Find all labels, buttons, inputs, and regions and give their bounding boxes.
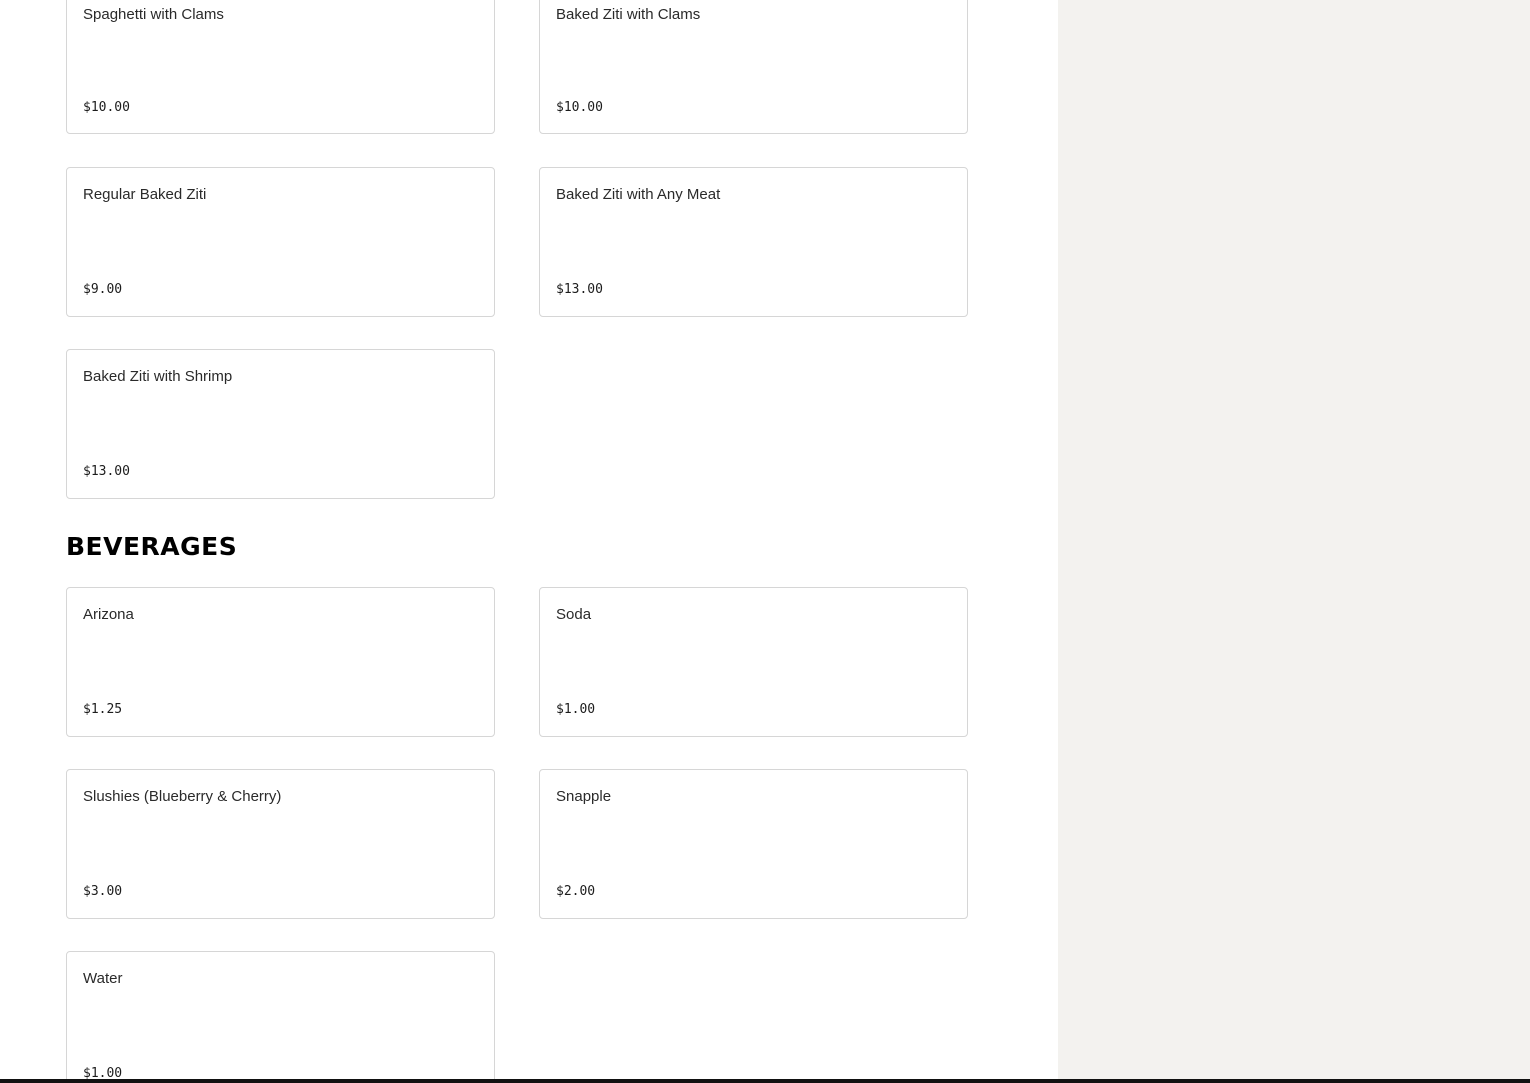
menu-item-card[interactable]: Arizona $1.25: [66, 587, 495, 737]
menu-item-card[interactable]: Slushies (Blueberry & Cherry) $3.00: [66, 769, 495, 919]
menu-item-name: Arizona: [83, 606, 134, 623]
menu-item-name: Spaghetti with Clams: [83, 6, 224, 23]
menu-item-name: Water: [83, 970, 123, 987]
bottom-bar: [0, 1079, 1530, 1083]
menu-item-card[interactable]: Regular Baked Ziti $9.00: [66, 167, 495, 317]
menu-item-name: Baked Ziti with Clams: [556, 6, 701, 23]
menu-item-card[interactable]: Baked Ziti with Clams $10.00: [539, 0, 968, 134]
menu-item-card[interactable]: Snapple $2.00: [539, 769, 968, 919]
menu-item-price: $1.25: [83, 702, 123, 717]
menu-item-price: $13.00: [556, 282, 603, 297]
menu-item-card[interactable]: Spaghetti with Clams $10.00: [66, 0, 495, 134]
menu-item-price: $9.00: [83, 282, 123, 297]
menu-item-price: $13.00: [83, 464, 130, 479]
menu-item-card[interactable]: Water $1.00: [66, 951, 495, 1083]
menu-item-price: $1.00: [556, 702, 596, 717]
menu-item-card[interactable]: Soda $1.00: [539, 587, 968, 737]
menu-item-name: Slushies (Blueberry & Cherry): [83, 788, 282, 805]
menu-item-price: $2.00: [556, 884, 596, 899]
menu-item-name: Snapple: [556, 788, 612, 805]
menu-item-price: $10.00: [83, 100, 130, 115]
menu-item-card[interactable]: Baked Ziti with Shrimp $13.00: [66, 349, 495, 499]
menu-item-name: Baked Ziti with Any Meat: [556, 186, 721, 203]
menu-item-name: Regular Baked Ziti: [83, 186, 207, 203]
section-heading-beverages: BEVERAGES: [66, 532, 238, 561]
menu-main-column: Spaghetti with Clams $10.00 Baked Ziti w…: [0, 0, 1058, 1083]
menu-item-price: $10.00: [556, 100, 603, 115]
page: Spaghetti with Clams $10.00 Baked Ziti w…: [0, 0, 1530, 1083]
menu-item-name: Soda: [556, 606, 592, 623]
menu-item-name: Baked Ziti with Shrimp: [83, 368, 233, 385]
order-sidebar: [1058, 0, 1530, 1083]
menu-item-price: $3.00: [83, 884, 123, 899]
menu-item-card[interactable]: Baked Ziti with Any Meat $13.00: [539, 167, 968, 317]
